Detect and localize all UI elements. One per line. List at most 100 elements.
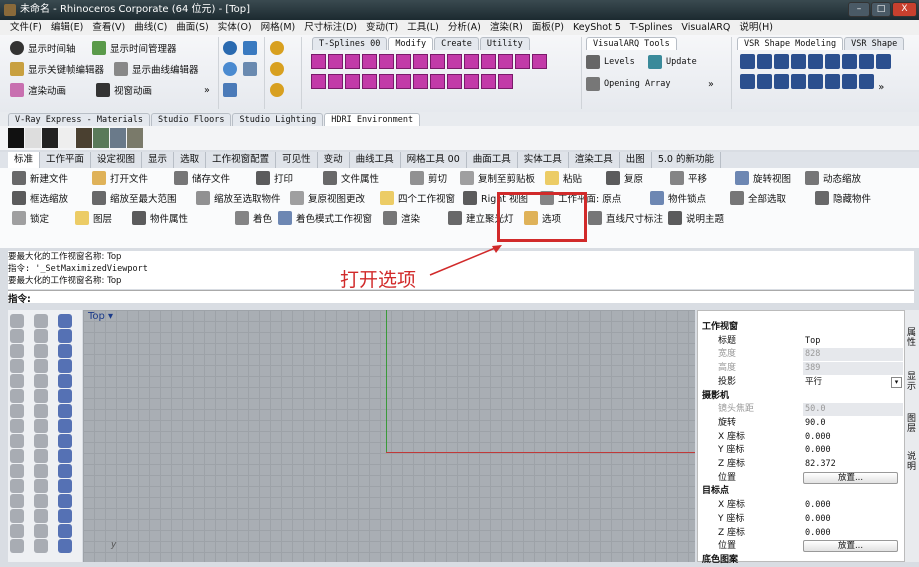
tool-icon[interactable] <box>34 389 48 403</box>
command-button[interactable]: 着色 <box>235 209 272 227</box>
tool-icon[interactable] <box>10 509 24 523</box>
property-value[interactable]: 平行 <box>803 376 903 389</box>
tool-icon[interactable] <box>34 464 48 478</box>
tool-icon[interactable] <box>34 539 48 553</box>
tool-icon[interactable] <box>58 539 72 553</box>
hdri-thumbnail[interactable] <box>127 128 143 148</box>
command-button[interactable]: 剪切 <box>410 169 447 187</box>
vsr-tool-icon[interactable] <box>740 74 755 89</box>
tab-modify[interactable]: Modify <box>388 37 434 50</box>
property-value[interactable]: 0.000 <box>803 431 903 444</box>
tool-icon[interactable] <box>34 404 48 418</box>
menu-item[interactable]: 工具(L) <box>407 20 439 35</box>
hdri-thumbnail[interactable] <box>59 128 75 148</box>
vsr-tool-icon[interactable] <box>774 74 789 89</box>
tab-main[interactable]: 标准 <box>8 152 41 168</box>
property-value[interactable]: 0.000 <box>803 499 903 512</box>
tab-main[interactable]: 可见性 <box>276 152 318 168</box>
tab-main[interactable]: 选取 <box>174 152 207 168</box>
tspline-tool-icon[interactable] <box>464 54 479 69</box>
tool-icon[interactable] <box>10 449 24 463</box>
menu-item[interactable]: 查看(V) <box>92 20 125 35</box>
top-viewport[interactable]: Top ▾ y <box>83 310 695 562</box>
menu-item[interactable]: 尺寸标注(D) <box>304 20 357 35</box>
command-button[interactable]: 复原 <box>606 169 643 187</box>
tab-visualarq-tools[interactable]: VisualARQ Tools <box>586 37 677 50</box>
tspline-tool-icon[interactable] <box>396 74 411 89</box>
command-button[interactable]: 旋转视图 <box>735 169 791 187</box>
command-button[interactable]: 新建文件 <box>12 169 68 187</box>
maximize-button[interactable]: □ <box>871 2 891 17</box>
import-icon[interactable] <box>243 62 257 76</box>
tspline-tool-icon[interactable] <box>481 74 496 89</box>
tspline-tool-icon[interactable] <box>532 54 547 69</box>
keyshot-m-icon[interactable] <box>270 41 284 55</box>
vsr-tool-icon[interactable] <box>859 74 874 89</box>
tab-main[interactable]: 实体工具 <box>518 152 569 168</box>
command-button[interactable]: 平移 <box>670 169 707 187</box>
tab-create[interactable]: Create <box>434 37 479 50</box>
tool-icon[interactable] <box>58 524 72 538</box>
tool-icon[interactable] <box>34 359 48 373</box>
tool-icon[interactable] <box>58 389 72 403</box>
tool-icon[interactable] <box>10 419 24 433</box>
command-button[interactable]: 文件属性 <box>323 169 379 187</box>
more-button[interactable]: » <box>204 85 210 96</box>
tab-tsplines[interactable]: T-Splines 00 <box>312 37 388 50</box>
tool-icon[interactable] <box>10 404 24 418</box>
tspline-tool-icon[interactable] <box>345 54 360 69</box>
dropdown-arrow-icon[interactable]: ▾ <box>891 376 902 388</box>
vsr-tool-icon[interactable] <box>757 74 772 89</box>
tab-main[interactable]: 网格工具 00 <box>401 152 467 168</box>
menu-item[interactable]: 曲线(C) <box>134 20 167 35</box>
vsr-tool-icon[interactable] <box>876 54 891 69</box>
command-button[interactable]: 缩放至最大范围 <box>92 189 177 207</box>
command-button[interactable]: 图层 <box>75 209 112 227</box>
menu-item[interactable]: 网格(M) <box>261 20 296 35</box>
tab-main[interactable]: 出图 <box>620 152 652 168</box>
tool-icon[interactable] <box>34 524 48 538</box>
menu-item[interactable]: 编辑(E) <box>51 20 83 35</box>
tool-icon[interactable] <box>58 314 72 328</box>
menu-item[interactable]: 说明(H) <box>739 20 773 35</box>
command-button[interactable]: 直线尺寸标注 <box>588 209 663 227</box>
vsr-tool-icon[interactable] <box>740 54 755 69</box>
tspline-tool-icon[interactable] <box>328 74 343 89</box>
tool-icon[interactable] <box>10 464 24 478</box>
vsr-tool-icon[interactable] <box>808 54 823 69</box>
property-value[interactable]: 82.372 <box>803 458 903 471</box>
tspline-tool-icon[interactable] <box>379 74 394 89</box>
viewport-title[interactable]: Top ▾ <box>88 311 113 322</box>
tspline-tool-icon[interactable] <box>481 54 496 69</box>
tab-studio-lighting[interactable]: Studio Lighting <box>232 113 324 126</box>
tool-icon[interactable] <box>58 479 72 493</box>
show-curve-editor-button[interactable]: 显示曲线编辑器 <box>114 62 199 76</box>
more-button[interactable]: » <box>878 82 884 93</box>
tspline-tool-icon[interactable] <box>413 74 428 89</box>
vsr-tool-icon[interactable] <box>774 54 789 69</box>
tool-icon[interactable] <box>58 329 72 343</box>
update-button[interactable]: Update <box>648 55 697 69</box>
tool-icon[interactable] <box>10 494 24 508</box>
tspline-tool-icon[interactable] <box>345 74 360 89</box>
command-button[interactable]: 渲染 <box>383 209 420 227</box>
tool-icon[interactable] <box>58 464 72 478</box>
tspline-tool-icon[interactable] <box>396 54 411 69</box>
place-button[interactable]: 放置... <box>803 471 898 484</box>
menu-item[interactable]: 分析(A) <box>448 20 481 35</box>
menu-item[interactable]: 实体(O) <box>218 20 252 35</box>
keyshot-render-icon[interactable] <box>270 62 284 76</box>
property-value[interactable]: 0.000 <box>803 527 903 540</box>
menu-item[interactable]: 文件(F) <box>10 20 42 35</box>
hdri-thumbnail[interactable] <box>93 128 109 148</box>
tab-main[interactable]: 设定视图 <box>91 152 143 168</box>
tab-main[interactable]: 曲面工具 <box>467 152 518 168</box>
tspline-tool-icon[interactable] <box>413 54 428 69</box>
command-button[interactable]: 动态缩放 <box>805 169 861 187</box>
vsr-tool-icon[interactable] <box>842 74 857 89</box>
tool-icon[interactable] <box>34 509 48 523</box>
tab-vray-materials[interactable]: V-Ray Express - Materials <box>8 113 150 126</box>
tab-main[interactable]: 显示 <box>142 152 175 168</box>
command-button[interactable]: 着色模式工作视窗 <box>278 209 372 227</box>
tool-icon[interactable] <box>10 479 24 493</box>
